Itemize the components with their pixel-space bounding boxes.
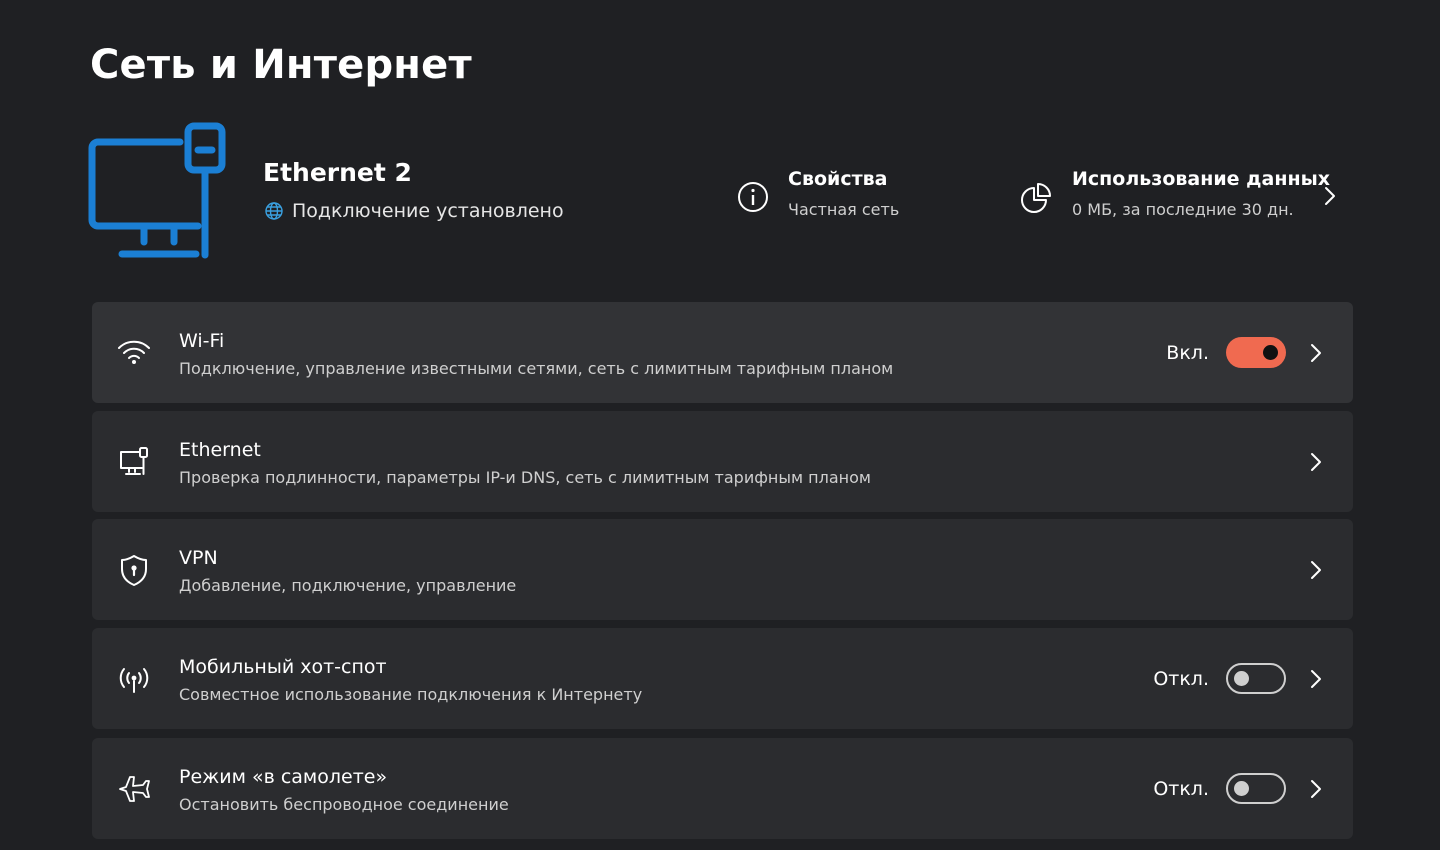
settings-page: Сеть и Интернет Ethernet 2 Подключение у… [0, 0, 1440, 850]
pie-chart-icon [1021, 183, 1051, 213]
chevron-right-icon [1311, 344, 1321, 362]
data-usage-title: Использование данных [1072, 168, 1331, 190]
shield-icon [121, 555, 147, 586]
connection-status: Подключение установлено [264, 200, 564, 222]
toggle-knob [1263, 345, 1278, 360]
toggle-knob [1234, 671, 1249, 686]
hotspot-icon [119, 668, 149, 693]
toggle-state-label: Откл. [1153, 668, 1209, 690]
item-title: VPN [179, 547, 218, 569]
item-subtitle: Проверка подлинности, параметры IP-и DNS… [179, 468, 871, 487]
chevron-right-icon [1311, 561, 1321, 579]
settings-item-vpn[interactable]: VPN Добавление, подключение, управление [92, 519, 1353, 620]
connection-name: Ethernet 2 [263, 158, 412, 187]
settings-item-airplane-mode[interactable]: Режим «в самолете» Остановить беспроводн… [92, 738, 1353, 839]
airplane-icon [119, 776, 150, 802]
toggle-state-label: Откл. [1153, 778, 1209, 800]
wifi-toggle[interactable] [1226, 337, 1286, 368]
properties-subtitle: Частная сеть [788, 200, 900, 219]
monitor-ethernet-icon [88, 122, 226, 259]
globe-icon [265, 202, 283, 220]
data-usage-subtitle: 0 МБ, за последние 30 дн. [1072, 200, 1294, 219]
properties-link[interactable]: Свойства Частная сеть [736, 168, 899, 219]
wifi-icon [118, 340, 150, 364]
chevron-right-icon [1311, 453, 1321, 471]
item-subtitle: Остановить беспроводное соединение [179, 795, 509, 814]
toggle-state-label: Вкл. [1166, 342, 1209, 364]
chevron-right-icon [1311, 780, 1321, 798]
toggle-knob [1234, 781, 1249, 796]
airplane-mode-toggle[interactable] [1226, 773, 1286, 804]
info-icon [738, 182, 768, 212]
ethernet-icon [120, 447, 148, 475]
page-title: Сеть и Интернет [90, 42, 472, 88]
settings-item-ethernet[interactable]: Ethernet Проверка подлинности, параметры… [92, 411, 1353, 512]
item-title: Wi-Fi [179, 330, 225, 352]
item-subtitle: Добавление, подключение, управление [179, 576, 517, 595]
item-title: Ethernet [179, 439, 261, 461]
data-usage-link[interactable]: Использование данных 0 МБ, за последние … [1018, 168, 1330, 219]
chevron-right-icon [1311, 670, 1321, 688]
item-subtitle: Подключение, управление известными сетям… [179, 359, 894, 378]
item-title: Мобильный хот-спот [179, 656, 387, 678]
chevron-right-icon[interactable] [1318, 182, 1342, 210]
hotspot-toggle[interactable] [1226, 663, 1286, 694]
connection-status-text: Подключение установлено [292, 200, 564, 222]
properties-title: Свойства [788, 168, 888, 190]
item-subtitle: Совместное использование подключения к И… [179, 685, 643, 704]
settings-item-wifi[interactable]: Wi-Fi Подключение, управление известными… [92, 302, 1353, 403]
settings-item-hotspot[interactable]: Мобильный хот-спот Совместное использова… [92, 628, 1353, 729]
item-title: Режим «в самолете» [179, 766, 388, 788]
